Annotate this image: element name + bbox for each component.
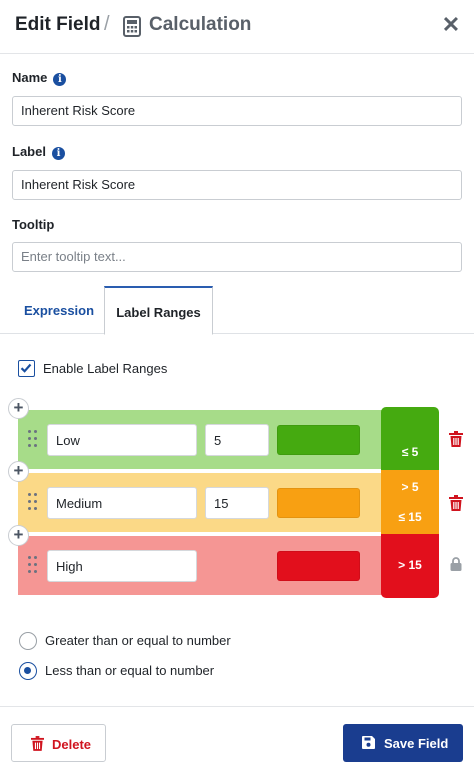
check-icon: [20, 363, 32, 373]
range-name-input[interactable]: Low: [47, 424, 197, 456]
tab-bar: Expression Label Ranges: [0, 286, 474, 335]
range-row-medium: Medium 15: [18, 473, 382, 532]
info-icon[interactable]: i: [53, 73, 67, 86]
radio-less-equal-label: Less than or equal to number: [45, 663, 215, 678]
drag-handle-icon[interactable]: [28, 556, 38, 574]
dialog-title: Edit Field: [15, 14, 101, 35]
legend-low-text: ≤ 5: [401, 445, 419, 459]
enable-label-ranges-label: Enable Label Ranges: [43, 361, 168, 376]
delete-button[interactable]: Delete: [11, 724, 106, 762]
delete-button-label: Delete: [52, 737, 92, 752]
legend-high: > 15: [381, 534, 439, 598]
legend-low: ≤ 5: [381, 407, 439, 470]
drag-handle-icon[interactable]: [28, 430, 38, 448]
range-color-swatch[interactable]: [277, 488, 360, 518]
range-threshold-input[interactable]: 5: [205, 424, 269, 456]
range-color-swatch[interactable]: [277, 425, 360, 455]
breadcrumb-separator: /: [104, 13, 110, 35]
add-range-button[interactable]: +: [8, 461, 29, 482]
tooltip-input[interactable]: Enter tooltip text...: [12, 242, 462, 272]
range-threshold-input[interactable]: 15: [205, 487, 269, 519]
calculator-icon: [123, 16, 141, 37]
trash-icon[interactable]: [449, 431, 463, 447]
drag-handle-icon[interactable]: [28, 493, 38, 511]
name-input[interactable]: Inherent Risk Score: [12, 96, 462, 126]
label-label: Label: [12, 144, 46, 159]
legend-medium-upper: ≤ 15: [398, 510, 422, 524]
lock-icon: [450, 557, 462, 571]
range-legend: ≤ 5 > 5 ≤ 15 > 15: [381, 407, 439, 598]
tab-expression[interactable]: Expression: [14, 286, 104, 334]
tab-label-ranges[interactable]: Label Ranges: [104, 286, 213, 335]
radio-greater-equal[interactable]: [19, 632, 37, 650]
save-field-button[interactable]: Save Field: [343, 724, 463, 762]
trash-icon: [31, 736, 44, 751]
close-icon[interactable]: ✕: [440, 14, 462, 36]
label-input[interactable]: Inherent Risk Score: [12, 170, 462, 200]
save-icon: [362, 736, 375, 749]
name-label: Name: [12, 70, 48, 85]
dialog-subtitle: Calculation: [149, 14, 252, 35]
range-name-input[interactable]: Medium: [47, 487, 197, 519]
range-color-swatch[interactable]: [277, 551, 360, 581]
trash-icon[interactable]: [449, 495, 463, 511]
legend-high-text: > 15: [398, 558, 422, 572]
info-icon[interactable]: i: [51, 147, 65, 160]
range-row-low: Low 5: [18, 410, 382, 469]
name-label-row: Name i: [12, 70, 67, 86]
dialog-footer: Delete Save Field: [0, 706, 474, 774]
radio-less-equal[interactable]: [19, 662, 37, 680]
legend-medium-lower: > 5: [401, 480, 419, 494]
label-label-row: Label i: [12, 144, 65, 160]
tooltip-label: Tooltip: [12, 217, 55, 232]
range-row-high: High: [18, 536, 382, 595]
add-range-button[interactable]: +: [8, 398, 29, 419]
radio-greater-equal-label: Greater than or equal to number: [45, 633, 231, 648]
legend-medium: > 5 ≤ 15: [381, 470, 439, 534]
save-field-button-label: Save Field: [384, 736, 449, 751]
range-name-input[interactable]: High: [47, 550, 197, 582]
dialog-header: Edit Field / Calculation ✕: [0, 0, 474, 54]
enable-label-ranges-checkbox[interactable]: [18, 360, 35, 377]
add-range-button[interactable]: +: [8, 525, 29, 546]
